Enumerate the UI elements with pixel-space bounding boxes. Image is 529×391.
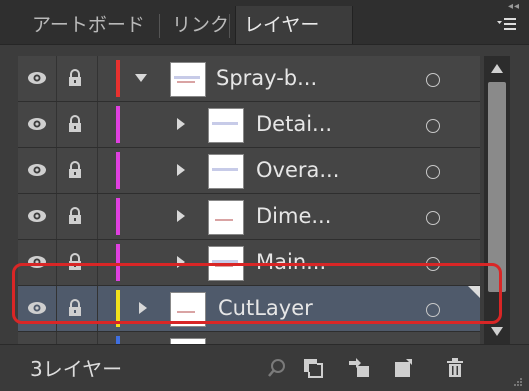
visibility-toggle[interactable] <box>18 102 57 147</box>
target-circle-icon[interactable] <box>426 211 440 225</box>
target-circle-icon[interactable] <box>426 119 440 133</box>
new-sublayer-icon[interactable] <box>348 357 370 379</box>
layer-color-swatch <box>116 152 120 189</box>
tab-links[interactable]: リンク <box>164 6 237 44</box>
visibility-toggle[interactable] <box>18 56 57 101</box>
layer-thumbnail <box>208 108 244 143</box>
collapse-panel-icon[interactable]: ◂◂ <box>508 1 520 12</box>
scroll-thumb[interactable] <box>488 82 506 292</box>
tab-bar: アートボード リンク レイヤー ◂◂ <box>0 0 529 45</box>
target-circle-icon[interactable] <box>426 73 440 87</box>
visibility-toggle[interactable] <box>18 194 57 239</box>
eye-icon <box>28 210 46 222</box>
panel-footer: 3レイヤー <box>0 344 529 391</box>
tab-divider <box>229 14 230 38</box>
layer-row[interactable]: Dime... <box>18 194 480 240</box>
layers-panel: アートボード リンク レイヤー ◂◂ Spray-b... Detai... O… <box>0 0 529 391</box>
layer-name[interactable]: レイヤー 1 <box>216 332 406 344</box>
layer-thumbnail <box>208 154 244 189</box>
lock-icon <box>69 115 81 132</box>
lock-toggle[interactable] <box>57 56 98 101</box>
lock-icon <box>69 207 81 224</box>
eye-icon <box>28 118 46 130</box>
layer-row[interactable]: レイヤー 1 <box>18 332 480 344</box>
new-layer-icon[interactable] <box>392 357 414 379</box>
layer-name[interactable]: Dime... <box>256 194 406 239</box>
layer-color-swatch <box>116 60 120 97</box>
panel-menu-icon[interactable] <box>495 12 519 36</box>
tab-divider <box>159 14 160 38</box>
layer-name[interactable]: Spray-b... <box>216 56 406 101</box>
resize-grip-icon[interactable] <box>513 377 523 387</box>
expand-right-icon[interactable] <box>174 208 188 224</box>
layer-thumbnail <box>170 62 206 97</box>
layer-row[interactable]: Overa... <box>18 148 480 194</box>
layer-thumbnail <box>208 200 244 235</box>
lock-toggle[interactable] <box>57 148 98 193</box>
trash-icon[interactable] <box>444 357 466 379</box>
layer-color-swatch <box>116 106 120 143</box>
scroll-down-icon[interactable] <box>491 327 503 336</box>
layer-count-label: 3レイヤー <box>30 357 123 381</box>
layer-color-swatch <box>116 198 120 235</box>
layer-row[interactable]: Spray-b... <box>18 56 480 102</box>
tab-layers[interactable]: レイヤー <box>235 6 353 44</box>
expand-right-icon[interactable] <box>174 162 188 178</box>
layer-row[interactable]: Detai... <box>18 102 480 148</box>
visibility-toggle[interactable] <box>18 332 57 344</box>
eye-icon <box>28 164 46 176</box>
visibility-toggle[interactable] <box>18 148 57 193</box>
layer-name[interactable]: Overa... <box>256 148 406 193</box>
lock-icon <box>69 161 81 178</box>
lock-toggle[interactable] <box>57 194 98 239</box>
scroll-up-icon[interactable] <box>491 64 503 73</box>
eye-icon <box>28 72 46 84</box>
tab-artboards[interactable]: アートボード <box>24 6 153 44</box>
expand-right-icon[interactable] <box>174 116 188 132</box>
lock-toggle[interactable] <box>57 332 98 344</box>
selection-highlight-outline <box>12 263 502 324</box>
layer-color-swatch <box>116 336 120 344</box>
search-icon[interactable] <box>266 357 288 379</box>
expand-down-icon[interactable] <box>134 70 148 86</box>
lock-icon <box>69 69 81 86</box>
clipping-mask-icon[interactable] <box>302 357 324 379</box>
target-circle-icon[interactable] <box>426 165 440 179</box>
lock-toggle[interactable] <box>57 102 98 147</box>
layer-name[interactable]: Detai... <box>256 102 406 147</box>
